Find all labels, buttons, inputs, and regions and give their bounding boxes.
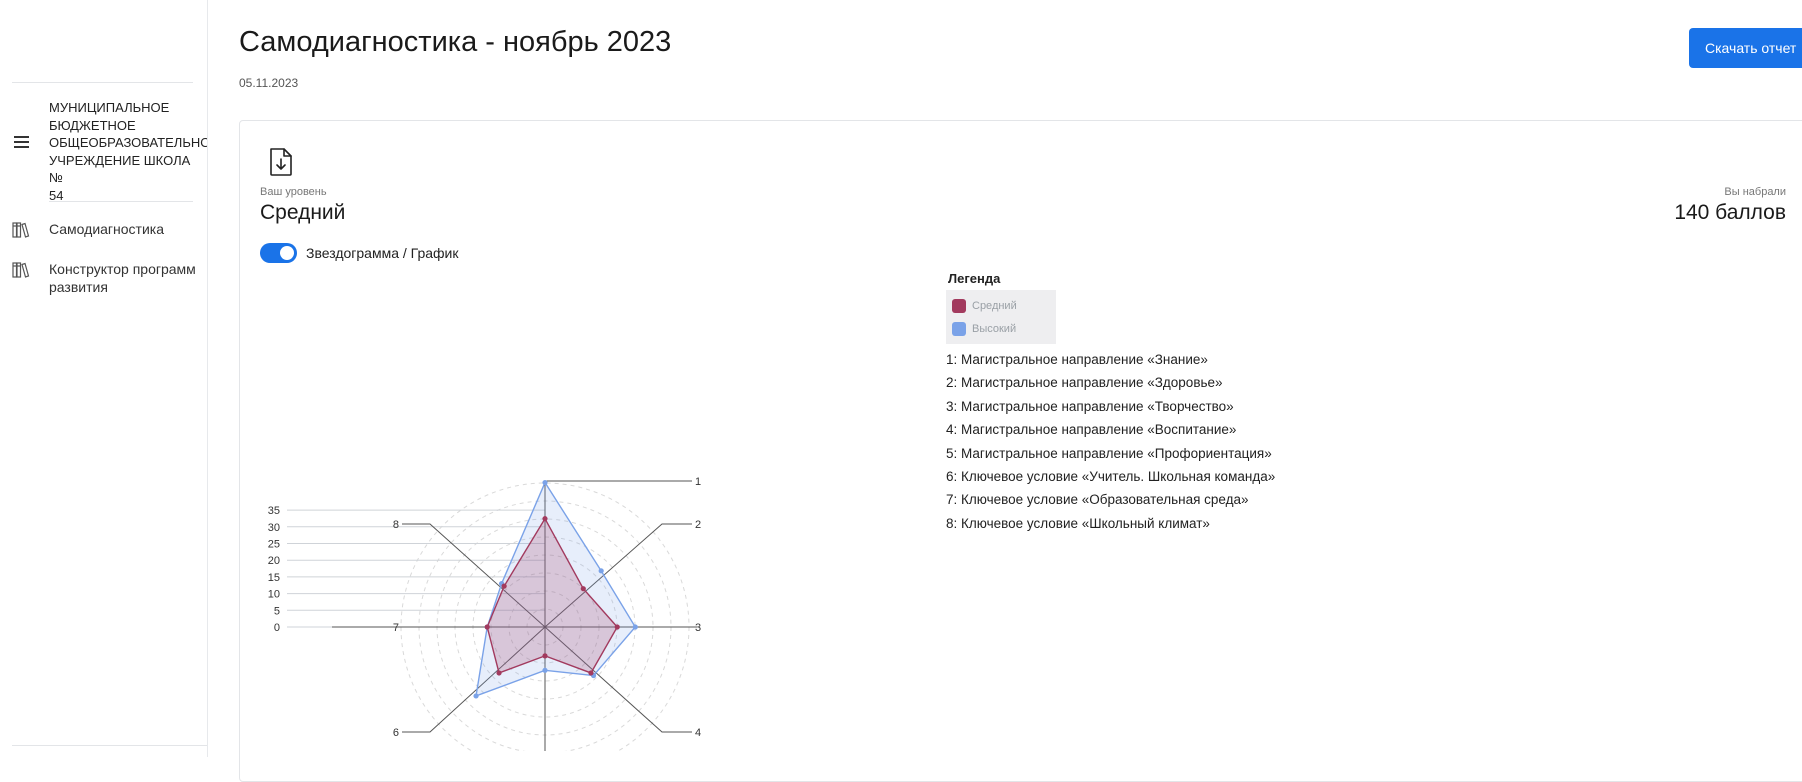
axis-description-list: 1: Магистральное направление «Знание» 2:… bbox=[946, 348, 1466, 535]
series-point bbox=[614, 624, 620, 630]
series-point bbox=[598, 568, 604, 574]
sidebar-divider bbox=[49, 201, 193, 202]
radar-chart: 0510152025303512345678 bbox=[268, 476, 701, 751]
scale-tick-label: 30 bbox=[268, 522, 280, 534]
organization-name: МУНИЦИПАЛЬНОЕ БЮДЖЕТНОЕ ОБЩЕОБРАЗОВАТЕЛЬ… bbox=[49, 100, 207, 203]
level-caption: Ваш уровень bbox=[260, 186, 327, 198]
scale-tick-label: 15 bbox=[268, 572, 280, 584]
legend-series-name: Высокий bbox=[972, 322, 1017, 335]
axis-category-label: 2 bbox=[695, 519, 701, 531]
report-date: 05.11.2023 bbox=[239, 76, 299, 90]
sidebar-item-program-constructor[interactable]: Конструктор программ развития bbox=[0, 260, 200, 300]
axis-description: 6: Ключевое условие «Учитель. Школьная к… bbox=[946, 468, 1276, 484]
legend-swatch bbox=[952, 321, 966, 336]
score-value: 140 баллов bbox=[1674, 201, 1786, 224]
axis-description: 1: Магистральное направление «Знание» bbox=[946, 352, 1208, 367]
series-point bbox=[542, 653, 548, 659]
sidebar-item-self-diagnostics[interactable]: Самодиагностика bbox=[0, 220, 200, 242]
score-caption: Вы набрали bbox=[1724, 186, 1786, 198]
results-card: Ваш уровень Средний Вы набрали 140 балло… bbox=[239, 120, 1802, 782]
series-point bbox=[542, 479, 548, 486]
axis-description: 2: Магистральное направление «Здоровье» bbox=[946, 375, 1223, 391]
toggle-knob bbox=[280, 246, 294, 260]
level-value: Средний bbox=[260, 201, 346, 224]
legend-series-medium[interactable]: Средний bbox=[946, 294, 1056, 317]
legend-series-high[interactable]: Высокий bbox=[946, 317, 1056, 340]
axis-description: 7: Ключевое условие «Образовательная сре… bbox=[946, 492, 1249, 508]
sidebar-divider bbox=[12, 82, 193, 83]
axis-description: 4: Магистральное направление «Воспитание… bbox=[946, 422, 1237, 438]
page-title: Самодиагностика - ноябрь 2023 bbox=[239, 26, 672, 58]
sidebar-item-label: Самодиагностика bbox=[49, 221, 165, 237]
scale-tick-label: 20 bbox=[268, 555, 280, 567]
legend-series-box: Средний Высокий bbox=[946, 290, 1056, 344]
axis-category-label: 7 bbox=[393, 622, 399, 634]
main-content: Самодиагностика - ноябрь 2023 05.11.2023… bbox=[207, 0, 1802, 782]
axis-description: 3: Магистральное направление «Творчество… bbox=[946, 398, 1234, 414]
legend: Легенда Средний Высокий 1: Магистральное… bbox=[946, 271, 1466, 535]
chart-mode-toggle[interactable] bbox=[260, 243, 297, 263]
books-icon bbox=[12, 222, 30, 238]
series-point bbox=[542, 516, 548, 522]
download-report-button[interactable]: Скачать отчет bbox=[1689, 28, 1802, 68]
scale-tick-label: 35 bbox=[268, 505, 280, 517]
series-point bbox=[588, 670, 594, 676]
sidebar-divider bbox=[12, 745, 207, 746]
sidebar-item-label: Конструктор программ развития bbox=[49, 261, 196, 295]
series-point bbox=[580, 586, 586, 592]
scale-tick-label: 10 bbox=[268, 589, 280, 601]
scale-tick-label: 0 bbox=[274, 622, 280, 634]
legend-swatch bbox=[952, 298, 966, 313]
axis-category-label: 4 bbox=[695, 727, 701, 739]
axis-category-label: 1 bbox=[695, 476, 701, 488]
books-icon bbox=[12, 262, 30, 278]
hamburger-menu-icon[interactable] bbox=[12, 134, 32, 150]
series-point bbox=[542, 667, 548, 673]
legend-series-name: Средний bbox=[972, 299, 1017, 312]
scale-tick-label: 25 bbox=[268, 539, 280, 551]
chart-mode-toggle-label: Звездограмма / График bbox=[306, 245, 459, 261]
axis-description: 8: Ключевое условие «Школьный климат» bbox=[946, 515, 1210, 531]
series-point bbox=[496, 670, 502, 676]
series-point bbox=[484, 624, 490, 630]
file-download-icon[interactable] bbox=[268, 147, 294, 177]
series-point bbox=[632, 624, 638, 630]
sidebar: МУНИЦИПАЛЬНОЕ БЮДЖЕТНОЕ ОБЩЕОБРАЗОВАТЕЛЬ… bbox=[0, 0, 208, 757]
series-point bbox=[473, 693, 479, 699]
axis-description: 5: Магистральное направление «Профориент… bbox=[946, 445, 1272, 461]
legend-title: Легенда bbox=[948, 271, 1001, 286]
scale-tick-label: 5 bbox=[274, 605, 280, 617]
series-point bbox=[501, 583, 507, 589]
axis-category-label: 6 bbox=[393, 727, 399, 739]
axis-category-label: 8 bbox=[393, 519, 399, 531]
axis-category-label: 3 bbox=[695, 622, 701, 634]
